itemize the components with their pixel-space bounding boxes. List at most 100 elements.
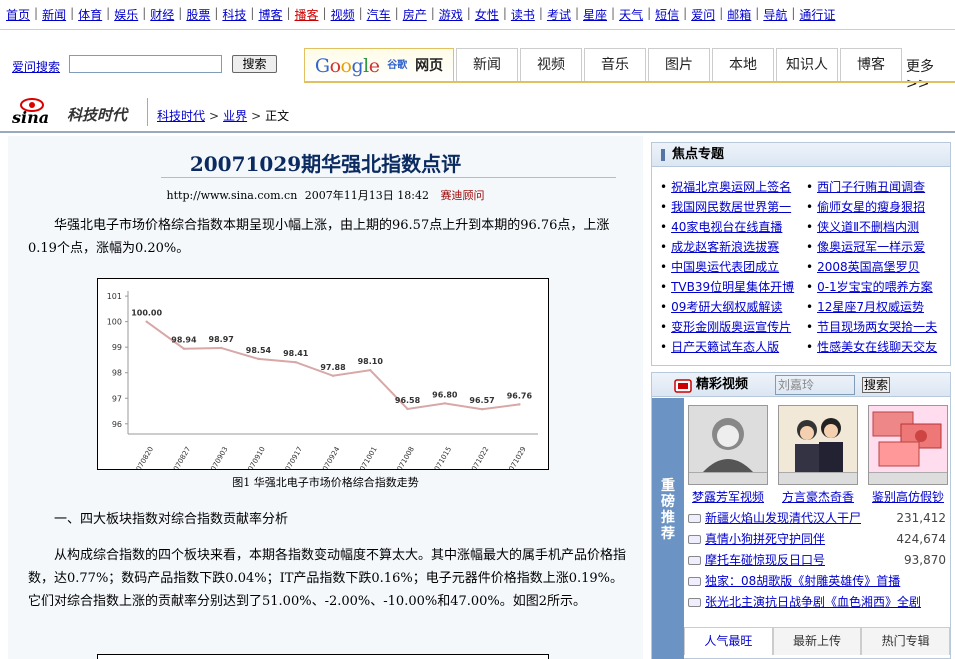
title-rule <box>161 177 616 178</box>
tab-hot-albums[interactable]: 热门专辑 <box>861 627 951 655</box>
focus-topic-link[interactable]: 侠义道Ⅱ不删档内测 <box>806 217 937 237</box>
nav-item[interactable]: 房产 <box>403 6 427 23</box>
nav-item[interactable]: 新闻 <box>42 6 66 23</box>
search-button[interactable]: 搜索 <box>232 55 277 73</box>
index-chart-svg: 101 100 99 98 97 96 100.00 070820 98.94 070827 98.… <box>107 291 538 473</box>
focus-topic-link[interactable]: 像奥运冠军一样示爱 <box>806 237 937 257</box>
tab-images[interactable]: 图片 <box>648 48 710 82</box>
video-list-item[interactable]: 摩托车碰惊现反日口号 93,870 <box>688 550 946 571</box>
header-marker <box>661 149 665 161</box>
nav-item[interactable]: 短信 <box>655 6 679 23</box>
nav-item[interactable]: 爱问 <box>691 6 715 23</box>
breadcrumb-tech[interactable]: 科技时代 <box>157 109 205 123</box>
sina-logo[interactable]: sina <box>10 96 60 127</box>
video-thumb-caption[interactable]: 方言豪杰奇香 <box>773 488 863 505</box>
video-search-input[interactable]: 刘嘉玲 <box>775 375 855 395</box>
focus-topic-link[interactable]: 0-1岁宝宝的喂养方案 <box>806 277 937 297</box>
video-thumb-caption[interactable]: 鉴别高仿假钞 <box>863 488 953 505</box>
focus-topic-link[interactable]: 40家电视台在线直播 <box>660 217 794 237</box>
tv-icon <box>674 379 692 393</box>
nav-item[interactable]: 娱乐 <box>114 6 138 23</box>
x-tick-label: 071008 <box>396 445 416 469</box>
more-link[interactable]: 更多>> <box>906 56 955 92</box>
nav-item[interactable]: 视频 <box>331 6 355 23</box>
video-progress-bar <box>689 472 767 484</box>
data-label: 96.58 <box>395 396 421 405</box>
video-thumb[interactable] <box>688 405 768 485</box>
video-thumb[interactable] <box>778 405 858 485</box>
nav-item[interactable]: 通行证 <box>799 6 835 23</box>
focus-topic-link[interactable]: 我国网民数居世界第一 <box>660 197 794 217</box>
focus-topic-text: 中国奥运代表团成立 <box>671 260 780 274</box>
nav-separator: | <box>719 6 724 20</box>
y-tick-label: 99 <box>112 343 122 352</box>
article: 20071029期华强北指数点评 http://www.sina.com.cn … <box>8 136 643 659</box>
focus-topic-link[interactable]: 2008英国高堡罗贝 <box>806 257 937 277</box>
focus-topic-link[interactable]: 偷师女星的瘦身狠招 <box>806 197 937 217</box>
nav-item[interactable]: 星座 <box>583 6 607 23</box>
nav-item[interactable]: 女性 <box>475 6 499 23</box>
tab-news[interactable]: 新闻 <box>456 48 518 82</box>
tab-knowledge[interactable]: 知识人 <box>776 48 838 82</box>
breadcrumb-industry[interactable]: 业界 <box>223 109 247 123</box>
nav-item[interactable]: 科技 <box>222 6 246 23</box>
focus-topic-text: TVB39位明星集体开博 <box>671 280 795 294</box>
nav-item[interactable]: 财经 <box>150 6 174 23</box>
video-list-item[interactable]: 张光北主演抗日战争剧《血色湘西》全剧 <box>688 592 946 613</box>
nav-item[interactable]: 汽车 <box>367 6 391 23</box>
video-list-item[interactable]: 真情小狗拼死守护同伴 424,674 <box>688 529 946 550</box>
nav-item[interactable]: 首页 <box>6 6 30 23</box>
focus-topic-link[interactable]: 09考研大纲权威解读 <box>660 297 794 317</box>
video-icon <box>688 598 701 607</box>
focus-topic-link[interactable]: 日产天籁试车态人版 <box>660 337 794 357</box>
recommend-char: 重 <box>661 478 675 494</box>
video-list-item[interactable]: 新疆火焰山发现清代汉人干尸 231,412 <box>688 508 946 529</box>
search-bar: 爱问搜索 搜索 Google 谷歌 网页 新闻 视频 音乐 图片 本地 知识人 … <box>0 48 955 92</box>
google-cn-label: 谷歌 <box>387 59 408 71</box>
tab-video[interactable]: 视频 <box>520 48 582 82</box>
iask-search-link[interactable]: 爱问搜索 <box>12 58 60 75</box>
focus-topic-link[interactable]: 12星座7月权威运势 <box>806 297 937 317</box>
video-search-button[interactable]: 搜索 <box>862 377 890 393</box>
video-thumb-caption[interactable]: 梦露芳军视频 <box>683 488 773 505</box>
focus-topic-text: 节目现场两女哭拾一夫 <box>817 320 938 334</box>
nav-item[interactable]: 播客 <box>295 6 319 23</box>
data-label: 98.97 <box>209 335 234 344</box>
tab-most-popular[interactable]: 人气最旺 <box>684 627 773 655</box>
focus-topic-link[interactable]: 西门子行贿丑闻调查 <box>806 177 937 197</box>
nav-item[interactable]: 天气 <box>619 6 643 23</box>
focus-topic-text: 2008英国高堡罗贝 <box>817 260 920 274</box>
nav-item[interactable]: 读书 <box>511 6 535 23</box>
video-thumb[interactable] <box>868 405 948 485</box>
focus-topic-link[interactable]: 节目现场两女哭拾一夫 <box>806 317 937 337</box>
nav-item[interactable]: 导航 <box>763 6 787 23</box>
focus-topic-link[interactable]: TVB39位明星集体开博 <box>660 277 794 297</box>
focus-topic-link[interactable]: 成龙赵客新浪选拔赛 <box>660 237 794 257</box>
nav-item[interactable]: 邮箱 <box>727 6 751 23</box>
article-date: 2007年11月13日 18:42 <box>304 189 429 202</box>
nav-item[interactable]: 股票 <box>186 6 210 23</box>
google-tab[interactable]: Google 谷歌 网页 <box>304 48 454 82</box>
sina-logo-text: sina <box>12 108 50 127</box>
video-icon <box>688 556 701 565</box>
video-list-item[interactable]: 独家：08胡歌版《射雕英雄传》首播 <box>688 571 946 592</box>
focus-topic-link[interactable]: 中国奥运代表团成立 <box>660 257 794 277</box>
focus-topic-link[interactable]: 性感美女在线聊天交友 <box>806 337 937 357</box>
search-input[interactable] <box>69 55 222 73</box>
nav-item[interactable]: 游戏 <box>439 6 463 23</box>
tab-latest-upload[interactable]: 最新上传 <box>772 627 862 655</box>
tab-blog[interactable]: 博客 <box>840 48 902 82</box>
video-list-title: 独家：08胡歌版《射雕英雄传》首播 <box>705 574 901 588</box>
focus-topic-link[interactable]: 祝福北京奥运网上签名 <box>660 177 794 197</box>
data-label: 98.10 <box>358 357 384 366</box>
tab-music[interactable]: 音乐 <box>584 48 646 82</box>
nav-separator: | <box>214 6 219 20</box>
focus-topic-text: 性感美女在线聊天交友 <box>817 340 938 354</box>
nav-item[interactable]: 博客 <box>258 6 282 23</box>
nav-item[interactable]: 体育 <box>78 6 102 23</box>
nav-item[interactable]: 考试 <box>547 6 571 23</box>
x-tick-label: 071029 <box>507 445 527 469</box>
tab-local[interactable]: 本地 <box>712 48 774 82</box>
article-author[interactable]: 赛迪顾问 <box>440 189 484 202</box>
focus-topic-link[interactable]: 变形金刚版奥运宣传片 <box>660 317 794 337</box>
